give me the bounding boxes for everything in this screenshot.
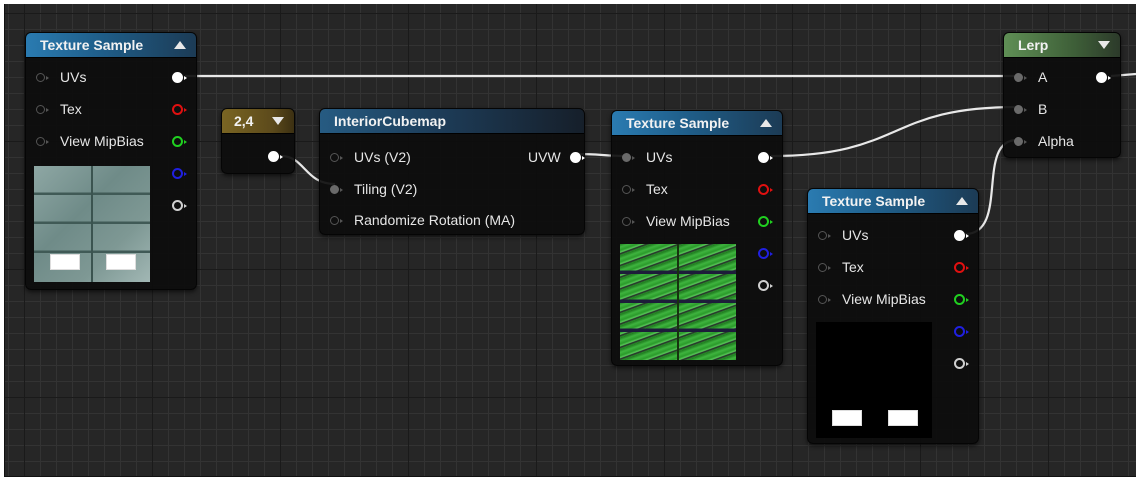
input-label: UVs: [60, 69, 87, 85]
green-channel-pin-icon[interactable]: [172, 136, 187, 147]
green-channel-pin-icon[interactable]: [758, 216, 773, 227]
node-header[interactable]: Lerp: [1004, 33, 1120, 58]
lerp-node[interactable]: Lerp A B Alpha: [1003, 32, 1121, 158]
input-label: Tex: [646, 181, 668, 197]
input-row-uvs-v2[interactable]: UVs (V2): [330, 147, 411, 167]
input-pin-icon[interactable]: [1014, 137, 1027, 146]
node-header[interactable]: Texture Sample: [808, 189, 978, 214]
node-header[interactable]: Texture Sample: [612, 111, 782, 136]
input-label: View MipBias: [842, 291, 926, 307]
node-header[interactable]: Texture Sample: [26, 33, 196, 58]
input-row-view-mipbias[interactable]: View MipBias: [818, 289, 926, 309]
input-pin-icon[interactable]: [622, 185, 635, 194]
node-title: InteriorCubemap: [334, 113, 447, 129]
collapse-arrow-up-icon[interactable]: [956, 197, 968, 205]
texture-sample-node-1[interactable]: Texture Sample UVs Tex View MipBias: [25, 32, 197, 290]
texture-preview-thumbnail: [620, 244, 736, 360]
texture-sample-node-3[interactable]: Texture Sample UVs Tex View MipBias: [807, 188, 979, 444]
input-pin-icon[interactable]: [818, 263, 831, 272]
red-channel-pin-icon[interactable]: [758, 184, 773, 195]
input-label: UVs: [842, 227, 869, 243]
input-label: Tiling (V2): [354, 181, 418, 197]
input-label: Randomize Rotation (MA): [354, 212, 516, 228]
input-label: B: [1038, 101, 1048, 117]
preview-detail: [50, 254, 80, 270]
preview-detail: [888, 410, 918, 426]
input-row-b[interactable]: B: [1014, 99, 1047, 119]
input-label: Alpha: [1038, 133, 1074, 149]
input-pin-icon[interactable]: [36, 137, 49, 146]
wire-ts2-to-lerp-b[interactable]: [770, 105, 1018, 158]
input-pin-icon[interactable]: [330, 185, 343, 194]
node-title: Texture Sample: [626, 115, 730, 131]
node-title: 2,4: [234, 113, 254, 129]
input-label: UVs (V2): [354, 149, 411, 165]
input-pin-icon[interactable]: [330, 216, 343, 225]
rgb-output-pin-icon[interactable]: [758, 152, 773, 163]
input-row-uvs[interactable]: UVs: [36, 67, 86, 87]
input-label: View MipBias: [60, 133, 144, 149]
texture-preview-thumbnail: [816, 322, 932, 438]
material-graph-canvas[interactable]: Texture Sample UVs Tex View MipBias 2,4: [4, 4, 1136, 477]
input-pin-icon[interactable]: [36, 73, 49, 82]
collapse-arrow-down-icon[interactable]: [1098, 41, 1110, 49]
input-label: Tex: [60, 101, 82, 117]
output-pin-icon[interactable]: [1096, 72, 1111, 83]
input-pin-icon[interactable]: [622, 153, 635, 162]
collapse-arrow-up-icon[interactable]: [174, 41, 186, 49]
input-label: A: [1038, 69, 1048, 85]
constant-node[interactable]: 2,4: [221, 108, 295, 174]
alpha-channel-pin-icon[interactable]: [758, 280, 773, 291]
output-row-uvw[interactable]: UVW: [528, 147, 561, 167]
input-row-uvs[interactable]: UVs: [818, 225, 868, 245]
node-title: Texture Sample: [40, 37, 144, 53]
texture-preview-thumbnail: [34, 166, 150, 282]
input-pin-icon[interactable]: [818, 295, 831, 304]
blue-channel-pin-icon[interactable]: [758, 248, 773, 259]
alpha-channel-pin-icon[interactable]: [954, 358, 969, 369]
interior-cubemap-node[interactable]: InteriorCubemap UVs (V2) Tiling (V2) Ran…: [319, 108, 585, 235]
output-pin-icon[interactable]: [570, 152, 585, 163]
green-channel-pin-icon[interactable]: [954, 294, 969, 305]
blue-channel-pin-icon[interactable]: [172, 168, 187, 179]
red-channel-pin-icon[interactable]: [954, 262, 969, 273]
output-pin-icon[interactable]: [268, 151, 283, 162]
input-row-randomize-rotation[interactable]: Randomize Rotation (MA): [330, 210, 515, 230]
input-pin-icon[interactable]: [330, 153, 343, 162]
input-label: Tex: [842, 259, 864, 275]
node-title: Texture Sample: [822, 193, 926, 209]
alpha-channel-pin-icon[interactable]: [172, 200, 187, 211]
input-row-a[interactable]: A: [1014, 67, 1047, 87]
red-channel-pin-icon[interactable]: [172, 104, 187, 115]
input-pin-icon[interactable]: [818, 231, 831, 240]
input-row-tex[interactable]: Tex: [36, 99, 82, 119]
preview-detail: [832, 410, 862, 426]
preview-detail: [106, 254, 136, 270]
rgb-output-pin-icon[interactable]: [954, 230, 969, 241]
node-header[interactable]: 2,4: [222, 109, 294, 134]
output-label: UVW: [528, 149, 561, 165]
input-row-alpha[interactable]: Alpha: [1014, 131, 1074, 151]
collapse-arrow-down-icon[interactable]: [272, 117, 284, 125]
input-label: View MipBias: [646, 213, 730, 229]
input-row-tex[interactable]: Tex: [818, 257, 864, 277]
blue-channel-pin-icon[interactable]: [954, 326, 969, 337]
input-row-tiling-v2[interactable]: Tiling (V2): [330, 179, 417, 199]
node-header[interactable]: InteriorCubemap: [320, 109, 584, 134]
input-row-view-mipbias[interactable]: View MipBias: [36, 131, 144, 151]
input-pin-icon[interactable]: [1014, 105, 1027, 114]
rgb-output-pin-icon[interactable]: [172, 72, 187, 83]
input-pin-icon[interactable]: [622, 217, 635, 226]
texture-sample-node-2[interactable]: Texture Sample UVs Tex View MipBias: [611, 110, 783, 366]
input-pin-icon[interactable]: [1014, 73, 1027, 82]
input-row-tex[interactable]: Tex: [622, 179, 668, 199]
collapse-arrow-up-icon[interactable]: [760, 119, 772, 127]
input-row-uvs[interactable]: UVs: [622, 147, 672, 167]
input-row-view-mipbias[interactable]: View MipBias: [622, 211, 730, 231]
node-title: Lerp: [1018, 37, 1049, 53]
input-pin-icon[interactable]: [36, 105, 49, 114]
input-label: UVs: [646, 149, 673, 165]
